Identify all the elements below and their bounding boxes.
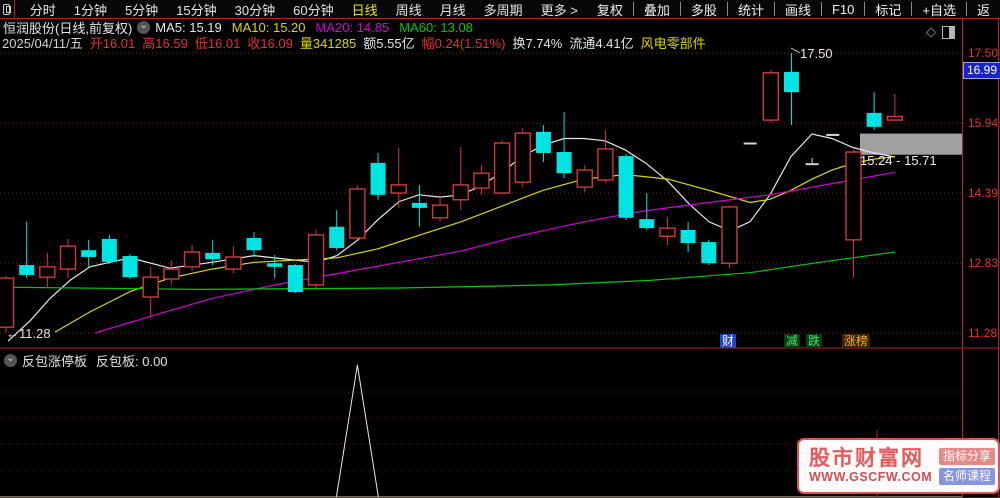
indicator-value: 反包板: 0.00 — [96, 351, 168, 370]
axis-marker-财[interactable]: 财 — [720, 334, 736, 348]
candle-up — [143, 277, 158, 297]
axis-price-label: 12.83 — [968, 256, 998, 270]
watermark-badge-1: 指标分享 — [939, 448, 995, 465]
axis-marker-减[interactable]: 减 — [784, 334, 800, 348]
candle-down — [329, 227, 344, 248]
candle-down — [867, 113, 882, 127]
candle-down — [536, 132, 551, 153]
candle-down — [412, 203, 427, 208]
axis-marker-涨榜[interactable]: 涨榜 — [842, 334, 870, 348]
candle-down — [19, 265, 34, 275]
candle-up — [433, 205, 448, 218]
split-window-icon[interactable] — [942, 26, 955, 39]
band-range-label: 15.24 - 15.71 — [860, 153, 937, 168]
indicator-name: 反包涨停板 — [22, 351, 87, 370]
axis-price-label: 11.28 — [968, 326, 997, 340]
candle-up — [722, 207, 737, 263]
candle-down — [123, 256, 138, 277]
candle-up — [226, 257, 241, 269]
candle-down — [205, 253, 220, 259]
candle-up — [660, 228, 675, 236]
candle-down — [557, 152, 572, 173]
candle-up — [474, 173, 489, 188]
candle-up — [61, 246, 76, 269]
candle-up — [164, 269, 179, 279]
peak-price-label: 17.50 — [800, 46, 833, 61]
candle-up — [185, 252, 200, 267]
chevron-down-icon[interactable]: ⌄ — [4, 354, 17, 367]
ma-line-MA20 — [95, 172, 895, 333]
candle-down — [701, 242, 716, 263]
candle-up — [391, 185, 406, 193]
candle-down — [371, 163, 386, 195]
candle-down — [81, 250, 96, 257]
candle-up — [598, 149, 613, 180]
candle-up — [763, 73, 778, 120]
candle-down — [102, 239, 117, 262]
candle-down — [247, 238, 262, 250]
pane-corner-icons: ◇ — [926, 24, 955, 40]
watermark-title: 股市财富网 — [809, 448, 937, 470]
watermark-url: WWW.GSCFW.COM — [809, 470, 937, 484]
candle-down — [288, 265, 303, 292]
highlight-band — [860, 134, 962, 155]
watermark-badge-2: 名师课程 — [939, 468, 995, 485]
candle-up — [350, 189, 365, 238]
diamond-icon[interactable]: ◇ — [926, 24, 936, 40]
low-price-label: ←11.28 — [6, 326, 51, 341]
candle-down — [681, 230, 696, 243]
candle-up — [577, 170, 592, 187]
candle-up — [453, 185, 468, 200]
app-window: 分时1分钟5分钟15分钟30分钟60分钟日线周线月线多周期更多 > 复权叠加多股… — [0, 0, 1000, 498]
candle-up — [515, 133, 530, 182]
candle-down — [639, 219, 654, 228]
candle-down — [267, 263, 282, 267]
axis-price-label: 15.94 — [968, 116, 998, 130]
candle-up — [40, 267, 55, 277]
axis-marker-跌[interactable]: 跌 — [806, 334, 822, 348]
candle-up — [495, 143, 510, 193]
indicator-title-row: ⌄ 反包涨停板 反包板: 0.00 — [3, 351, 168, 370]
signal-triangle — [336, 365, 378, 497]
candle-up — [887, 116, 902, 120]
chart-canvas[interactable] — [0, 0, 1000, 498]
candle-down — [619, 156, 634, 218]
candle-up — [846, 152, 861, 240]
candle-down — [784, 72, 799, 92]
axis-price-label: 17.50 — [968, 46, 998, 60]
current-price-badge: 16.99 — [963, 62, 1000, 79]
ma-line-MA5 — [8, 134, 895, 341]
watermark: 股市财富网 WWW.GSCFW.COM 指标分享 名师课程 — [797, 438, 1000, 494]
peak-pointer-line — [791, 48, 800, 53]
candle-up — [309, 235, 324, 285]
candle-up — [0, 278, 14, 327]
axis-price-label: 14.39 — [968, 186, 998, 200]
